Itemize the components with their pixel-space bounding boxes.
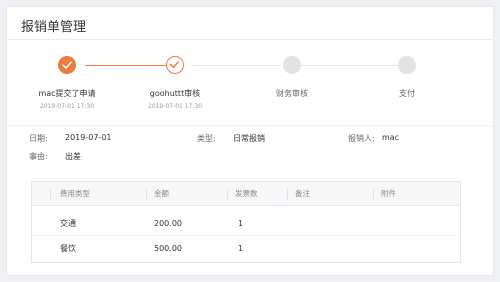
- step-3-indicator: [283, 56, 301, 74]
- cell-invoices: 1: [238, 244, 244, 253]
- table-row: 交通 200.00 1: [32, 212, 460, 236]
- column-header-attachment: 附件: [381, 189, 396, 198]
- cell-type: 交通: [60, 219, 76, 228]
- section-divider: [7, 125, 493, 126]
- column-header-type: 费用类型: [60, 189, 90, 198]
- column-separator: [373, 189, 374, 199]
- page-title: 报销单管理: [21, 20, 87, 35]
- table-row: 餐饮 500.00 1: [32, 237, 460, 261]
- check-icon: [62, 61, 72, 69]
- reason-field: 事由: 出差: [29, 151, 81, 162]
- column-header-amount: 金额: [154, 189, 169, 198]
- step-2-indicator: [166, 56, 184, 74]
- expense-card: 报销单管理 mac提交了申请 2019-07-01 17:30 goohuttt…: [6, 6, 494, 276]
- cell-amount: 500.00: [154, 244, 182, 253]
- reason-value: 出差: [65, 152, 81, 161]
- title-divider: [7, 39, 493, 40]
- expense-table: 费用类型 金额 发票数 备注 附件 交通 200.00 1 餐饮 500.00 …: [31, 181, 461, 263]
- column-separator: [50, 189, 51, 199]
- table-header: 费用类型 金额 发票数 备注 附件: [32, 182, 460, 206]
- step-4-indicator: [398, 56, 416, 74]
- column-separator: [287, 189, 288, 199]
- applicant-field: 报销人: mac: [348, 133, 399, 144]
- step-4-title: 支付: [399, 89, 415, 98]
- step-1-time: 2019-07-01 17:30: [39, 103, 95, 110]
- type-label: 类型:: [197, 134, 216, 143]
- date-field: 日期: 2019-07-01: [29, 133, 112, 144]
- column-header-invoices: 发票数: [235, 189, 258, 198]
- date-label: 日期:: [29, 134, 48, 143]
- step-connector-1: [85, 65, 173, 66]
- step-1-indicator: [58, 56, 76, 74]
- step-3-title: 财务审核: [276, 89, 308, 98]
- type-field: 类型: 日常报销: [197, 133, 265, 144]
- cell-amount: 200.00: [154, 219, 182, 228]
- check-icon: [169, 61, 179, 69]
- step-2-time: 2019-07-01 17:30: [147, 103, 203, 110]
- step-1-title: mac提交了申请: [38, 89, 96, 98]
- step-2-title: goohuttt审核: [149, 89, 201, 98]
- step-connector-3: [301, 65, 399, 66]
- cell-invoices: 1: [238, 219, 244, 228]
- column-separator: [227, 189, 228, 199]
- type-value: 日常报销: [233, 134, 265, 143]
- applicant-value: mac: [382, 133, 400, 142]
- column-separator: [146, 189, 147, 199]
- step-connector-2: [193, 65, 281, 66]
- column-header-note: 备注: [295, 189, 310, 198]
- cell-type: 餐饮: [60, 244, 76, 253]
- date-value: 2019-07-01: [65, 133, 112, 142]
- applicant-label: 报销人:: [348, 134, 375, 143]
- reason-label: 事由:: [29, 152, 48, 161]
